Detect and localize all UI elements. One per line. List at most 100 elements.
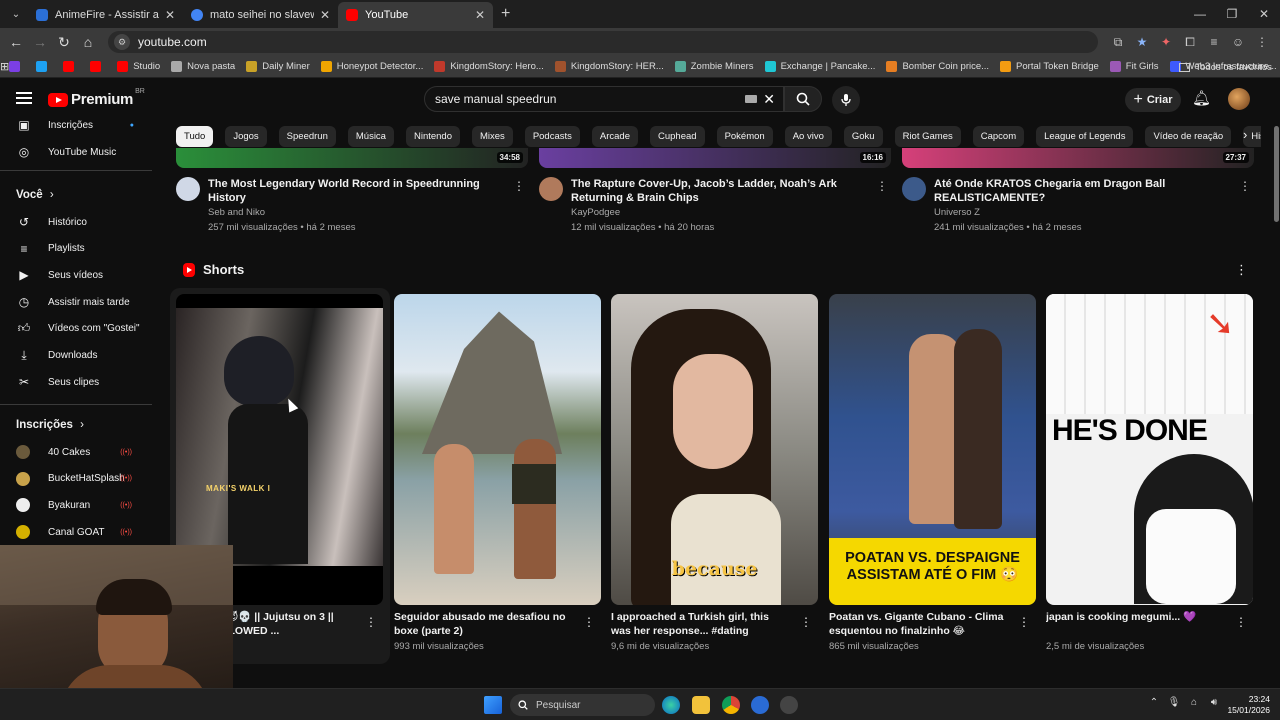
bookmark-item[interactable]: Exchange | Pancake... <box>764 61 875 72</box>
filter-chip[interactable]: Goku <box>843 126 883 147</box>
channel-avatar[interactable] <box>539 177 563 201</box>
reload-icon[interactable]: ↻ <box>52 34 76 51</box>
minimize-icon[interactable]: — <box>1184 0 1216 28</box>
bookmark-star-icon[interactable]: ★ <box>1130 35 1154 50</box>
short-thumbnail[interactable] <box>394 294 601 605</box>
clear-search-icon[interactable]: ✕ <box>763 91 775 108</box>
short-thumbnail[interactable]: POATAN VS. DESPAIGNE ASSISTAM ATÉ O FIM … <box>829 294 1036 605</box>
youtube-premium-logo[interactable]: Premium BR <box>48 88 145 108</box>
short-more-options-icon[interactable]: ⋮ <box>365 615 377 629</box>
video-title[interactable]: Até Onde KRATOS Chegaria em Dragon Ball … <box>934 177 1234 205</box>
sidebar-item-playlists[interactable]: ≡ Playlists <box>16 236 146 262</box>
notifications-bell-icon[interactable]: 🔔︎ <box>1192 89 1211 107</box>
filter-chip[interactable]: Tudo <box>176 126 214 147</box>
video-title[interactable]: The Most Legendary World Record in Speed… <box>208 177 508 205</box>
volume-icon[interactable]: 🔊︎ <box>1204 697 1224 708</box>
short-title[interactable]: Seguidor abusado me desafiou no boxe (pa… <box>394 610 574 639</box>
account-avatar[interactable] <box>1228 88 1250 110</box>
filter-chip[interactable]: Ao vivo <box>784 126 832 147</box>
scrollbar-thumb[interactable] <box>1274 126 1279 222</box>
more-options-icon[interactable]: ⋮ <box>876 179 888 193</box>
taskbar-clock[interactable]: 23:24 15/01/2026 <box>1227 694 1270 716</box>
short-title[interactable]: Poatan vs. Gigante Cubano - Clima esquen… <box>829 610 1009 639</box>
search-button[interactable] <box>784 86 822 112</box>
taskbar-search[interactable]: Pesquisar <box>510 694 655 716</box>
filter-chip[interactable]: Mixes <box>472 126 513 147</box>
forward-icon[interactable]: → <box>28 34 52 50</box>
subscription-item[interactable]: BucketHatSplash ((•)) <box>16 466 146 492</box>
filter-chip[interactable]: Speedrun <box>278 126 336 147</box>
bookmark-item[interactable] <box>9 61 25 72</box>
video-thumbnail[interactable]: 34:58 <box>176 148 528 168</box>
bookmark-item[interactable]: Nova pasta <box>171 61 235 72</box>
sidebar-item-history[interactable]: ↺ Histórico <box>16 209 146 235</box>
new-tab-button[interactable]: + <box>501 5 510 23</box>
short-title[interactable]: I approached a Turkish girl, this was he… <box>611 610 791 639</box>
bookmark-item[interactable]: KingdomStory: HER... <box>554 61 664 72</box>
sidebar-item-your-videos[interactable]: ▶ Seus vídeos <box>16 262 146 288</box>
bookmark-item[interactable]: Honeypot Detector... <box>320 61 423 72</box>
close-tab-icon[interactable]: ✕ <box>475 8 485 22</box>
app-icon[interactable] <box>751 696 769 714</box>
voice-search-button[interactable] <box>832 86 860 114</box>
short-more-options-icon[interactable]: ⋮ <box>583 615 595 629</box>
subscription-item[interactable]: Byakuran ((•)) <box>16 492 146 518</box>
bookmark-item[interactable]: Portal Token Bridge <box>1000 61 1099 72</box>
windows-start-icon[interactable] <box>484 696 502 714</box>
guide-menu-icon[interactable] <box>16 92 32 107</box>
page-scrollbar[interactable] <box>1272 120 1280 684</box>
close-tab-icon[interactable]: ✕ <box>165 8 175 22</box>
bookmark-item[interactable]: Daily Miner <box>246 61 310 72</box>
browser-tab[interactable]: mato seihei no slavew - Pesquis ✕ <box>183 2 338 28</box>
browser-tab[interactable]: AnimeFire - Assistir animes onli ✕ <box>28 2 183 28</box>
file-explorer-icon[interactable] <box>692 696 710 714</box>
back-icon[interactable]: ← <box>4 34 28 50</box>
you-section-heading[interactable]: Você › <box>16 189 54 201</box>
media-controls-icon[interactable]: ≡ <box>1202 35 1226 50</box>
channel-name[interactable]: Seb and Niko <box>208 205 508 220</box>
subscription-item[interactable]: Canal GOAT ((•)) <box>16 519 146 545</box>
close-window-icon[interactable]: ✕ <box>1248 0 1280 28</box>
sidebar-item-downloads[interactable]: ⤓ Downloads <box>16 343 146 369</box>
subscriptions-section-heading[interactable]: Inscrições › <box>16 419 84 431</box>
filter-chip[interactable]: Arcade <box>591 126 638 147</box>
bookmark-item[interactable] <box>90 61 106 72</box>
short-card[interactable]: Seguidor abusado me desafiou no boxe (pa… <box>394 294 601 652</box>
apps-grid-icon[interactable]: ⊞ <box>0 60 9 73</box>
close-tab-icon[interactable]: ✕ <box>320 8 330 22</box>
filter-chip[interactable]: Nintendo <box>405 126 460 147</box>
url-bar[interactable]: ⚙ youtube.com <box>108 31 1098 53</box>
bookmark-item[interactable]: Studio <box>117 61 160 72</box>
short-thumbnail[interactable]: because <box>611 294 818 605</box>
filter-chip[interactable]: Podcasts <box>524 126 580 147</box>
video-thumbnail[interactable]: 27:37 <box>902 148 1254 168</box>
short-more-options-icon[interactable]: ⋮ <box>800 615 812 629</box>
filter-chip[interactable]: Riot Games <box>894 126 961 147</box>
chips-next-icon[interactable]: › <box>1243 127 1247 142</box>
filter-chip[interactable]: League of Legends <box>1036 126 1134 147</box>
channel-name[interactable]: Universo Z <box>934 205 1234 220</box>
sidebar-item-clips[interactable]: ✂ Seus clipes <box>16 369 146 395</box>
bookmark-item[interactable] <box>36 61 52 72</box>
channel-avatar[interactable] <box>176 177 200 201</box>
short-card[interactable]: ➘ HE'S DONE japan is cooking megumi... 💜… <box>1046 294 1253 652</box>
filter-chip[interactable]: Música <box>347 126 394 147</box>
tab-search-button[interactable]: ⌄ <box>4 4 28 24</box>
sidebar-item-liked-videos[interactable]: 👍︎ Vídeos com "Gostei" <box>16 316 146 342</box>
filter-chip[interactable]: Jogos <box>225 126 267 147</box>
channel-avatar[interactable] <box>902 177 926 201</box>
bookmark-item[interactable]: Bomber Coin price... <box>886 61 989 72</box>
video-thumbnail[interactable]: 16:16 <box>539 148 891 168</box>
recording-app-icon[interactable] <box>780 696 798 714</box>
shorts-more-options-icon[interactable]: ⋮ <box>1235 262 1248 278</box>
more-options-icon[interactable]: ⋮ <box>1239 179 1251 193</box>
bookmark-item[interactable]: Zombie Miners <box>674 61 754 72</box>
short-card[interactable]: POATAN VS. DESPAIGNE ASSISTAM ATÉ O FIM … <box>829 294 1036 652</box>
create-button[interactable]: + Criar <box>1125 88 1181 112</box>
chevron-up-icon[interactable]: ⌃ <box>1144 697 1164 708</box>
edge-browser-icon[interactable] <box>662 696 680 714</box>
bookmark-item[interactable]: Fit Girls <box>1109 61 1159 72</box>
browser-menu-icon[interactable]: ⋮ <box>1250 35 1274 50</box>
short-thumbnail[interactable]: ➘ HE'S DONE <box>1046 294 1253 605</box>
site-info-icon[interactable]: ⚙ <box>114 34 130 50</box>
